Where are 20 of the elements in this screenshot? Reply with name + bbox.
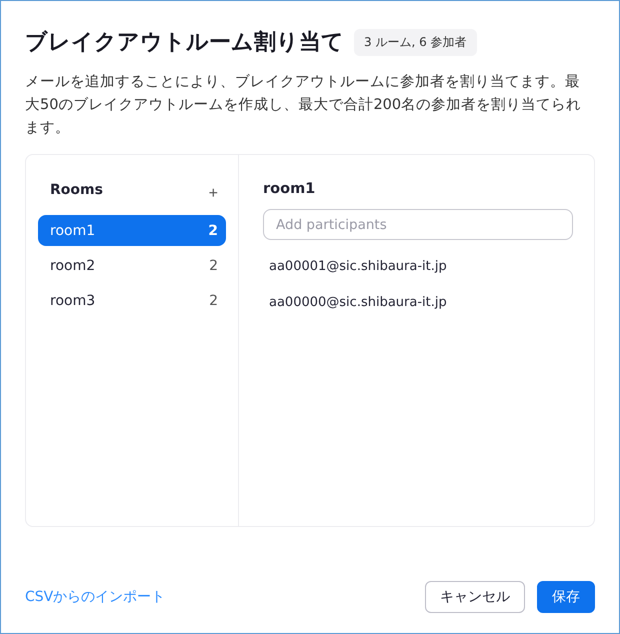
room-name: room2 bbox=[50, 258, 96, 274]
room-name: room3 bbox=[50, 292, 96, 308]
participant-count: 2 bbox=[209, 258, 218, 274]
room-heading: room1 bbox=[263, 181, 316, 197]
add-participants-field[interactable]: Add participants bbox=[263, 209, 573, 240]
add-room-button[interactable]: + bbox=[200, 185, 226, 203]
room-item[interactable]: room1 2 bbox=[38, 215, 226, 246]
save-button[interactable]: 保存 bbox=[537, 581, 595, 613]
dialog-title: ブレイクアウトルーム割り当て bbox=[25, 29, 344, 57]
participant-email: aa00001@sic.shibaura-it.jp bbox=[269, 258, 448, 276]
room-name: room1 bbox=[50, 222, 96, 238]
rooms-heading: Rooms bbox=[50, 182, 103, 198]
summary-badge: 3 ルーム, 6 参加者 bbox=[354, 28, 477, 56]
participant-count: 2 bbox=[208, 222, 218, 238]
participant-email: aa00000@sic.shibaura-it.jp bbox=[269, 294, 448, 312]
participant-count: 2 bbox=[209, 292, 218, 308]
description-text: メールを追加することにより、ブレイクアウトルームに参加者を割り当てます。最大50のブレイクアウトルームを作成し、最大で合計200名の参加者を割り当てられます。 bbox=[25, 73, 582, 138]
room-item[interactable]: room3 2 bbox=[38, 285, 226, 316]
room-item[interactable]: room2 2 bbox=[38, 250, 226, 281]
cancel-button[interactable]: キャンセル bbox=[425, 581, 525, 613]
